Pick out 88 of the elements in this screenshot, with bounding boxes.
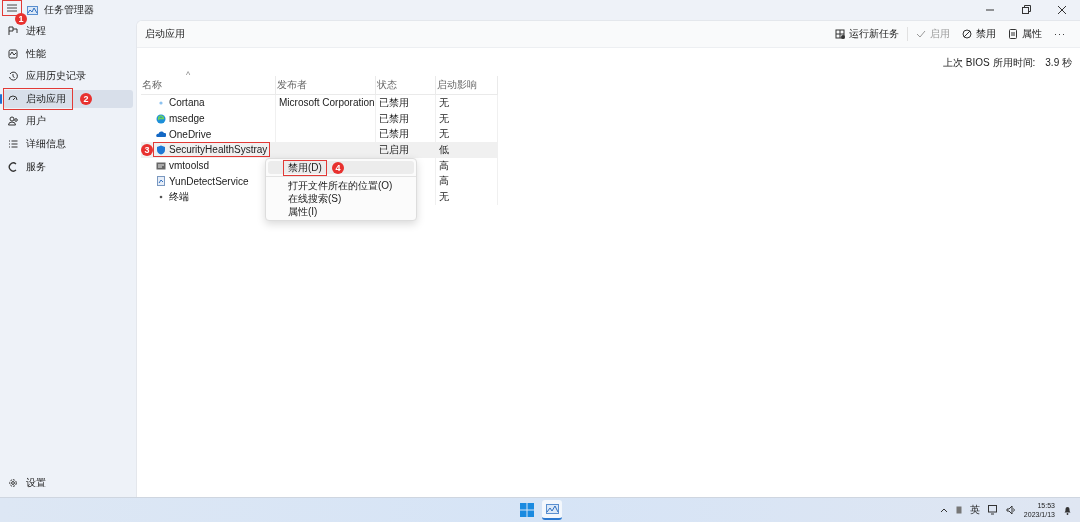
column-header[interactable]: 名称: [142, 78, 162, 92]
menu-item[interactable]: 打开文件所在的位置(O): [268, 179, 414, 192]
sidebar-label: 启动应用: [26, 91, 66, 106]
table-cell: 已禁用: [379, 111, 409, 126]
sidebar-label: 进程: [26, 24, 46, 38]
more-button[interactable]: ···: [1048, 26, 1072, 42]
toolbar-button[interactable]: 属性: [1002, 24, 1048, 44]
toolbar-button[interactable]: 运行新任务: [829, 24, 905, 44]
services-icon: [8, 161, 18, 172]
sidebar-item[interactable]: 进程: [3, 22, 133, 40]
step-badge: 3: [141, 143, 153, 156]
close-icon[interactable]: [1057, 5, 1067, 15]
table-row[interactable]: 3 SecurityHealthSystray 已启用 低: [141, 142, 498, 158]
menu-icon: [7, 4, 17, 12]
menu-button[interactable]: [3, 1, 21, 15]
sidebar-item[interactable]: 性能: [3, 44, 133, 63]
table-cell: 高: [439, 174, 449, 189]
app-icon: [27, 5, 38, 15]
menu-item[interactable]: 禁用(D) 4: [268, 161, 414, 174]
app-name: 终端: [169, 189, 189, 204]
table-cell: 已启用: [379, 142, 409, 157]
sort-caret: ^: [186, 70, 191, 80]
list-icon: [8, 138, 18, 149]
sidebar-item[interactable]: 启动应用 2: [3, 89, 133, 108]
process-icon: [8, 26, 18, 36]
step-badge: 1: [15, 13, 27, 25]
app-name: SecurityHealthSystray: [169, 144, 268, 156]
table-cell: 无: [439, 127, 449, 142]
check-icon: [916, 29, 926, 39]
sidebar-item[interactable]: 应用历史记录: [3, 67, 133, 86]
settings-icon: [8, 478, 18, 488]
input-method[interactable]: 英: [969, 503, 980, 517]
network-icon: [987, 505, 998, 515]
table-row[interactable]: msedge 已禁用 无: [141, 110, 498, 127]
bios-value: 3.9 秒: [1045, 56, 1072, 70]
table-cell: 无: [439, 189, 449, 204]
tray-app-icon: [955, 506, 962, 514]
app-name: Cortana: [169, 97, 205, 109]
column-header[interactable]: 启动影响: [437, 78, 477, 92]
sidebar-label: 详细信息: [26, 136, 66, 151]
sidebar-label: 用户: [26, 114, 46, 129]
window-title: 任务管理器: [44, 3, 94, 17]
table-cell: 无: [439, 95, 449, 110]
app-name: OneDrive: [169, 128, 212, 140]
column-header[interactable]: 发布者: [277, 78, 307, 92]
sidebar-label: 应用历史记录: [26, 69, 86, 84]
cloud-icon: [156, 129, 166, 140]
table-row[interactable]: Cortana Microsoft Corporation 已禁用 无: [141, 95, 498, 111]
history-icon: [8, 71, 18, 82]
chart-window-icon: [545, 504, 559, 514]
sidebar-item[interactable]: 详细信息: [3, 134, 133, 153]
table-cell: 已禁用: [379, 127, 409, 142]
properties-icon: [1008, 29, 1018, 39]
column-header[interactable]: 状态: [377, 78, 397, 92]
table-cell: Microsoft Corporation: [279, 97, 375, 109]
sidebar-item[interactable]: 用户: [3, 112, 133, 131]
browser-icon: [156, 113, 166, 124]
shield-icon: [156, 144, 166, 155]
notification-bell-icon: [1063, 505, 1072, 515]
toolbar-button[interactable]: 禁用: [956, 24, 1002, 44]
menu-item[interactable]: 属性(I): [268, 205, 414, 218]
terminal-window-icon: [156, 160, 166, 171]
table-cell: 已禁用: [379, 95, 409, 110]
chevron-up-icon: [939, 507, 948, 513]
app-name: msedge: [169, 113, 205, 125]
app-name: vmtoolsd: [169, 160, 209, 172]
windows-start-icon[interactable]: [520, 503, 534, 517]
taskbar-app[interactable]: [542, 500, 562, 520]
run-task-icon: [835, 29, 845, 39]
page-title: 启动应用: [145, 27, 186, 41]
users-icon: [8, 116, 18, 127]
sidebar-label: 服务: [26, 159, 46, 174]
speaker-icon: [1005, 505, 1016, 515]
performance-icon: [8, 48, 18, 59]
step-badge: 2: [80, 92, 92, 105]
sidebar-label: 性能: [26, 46, 46, 61]
table-cell: 高: [439, 158, 449, 173]
table-cell: 无: [439, 111, 449, 126]
block-icon: [962, 29, 972, 39]
settings-link[interactable]: 设置: [26, 476, 46, 490]
restore-icon[interactable]: [1021, 5, 1031, 15]
menu-item[interactable]: 在线搜索(S): [268, 192, 414, 205]
app-name: YunDetectService: [169, 175, 249, 187]
document-icon: [156, 176, 166, 187]
bios-label: 上次 BIOS 所用时间:: [943, 56, 1036, 70]
sidebar-item[interactable]: 服务: [3, 157, 133, 176]
table-cell: 低: [439, 142, 449, 157]
step-badge: 4: [331, 161, 344, 174]
